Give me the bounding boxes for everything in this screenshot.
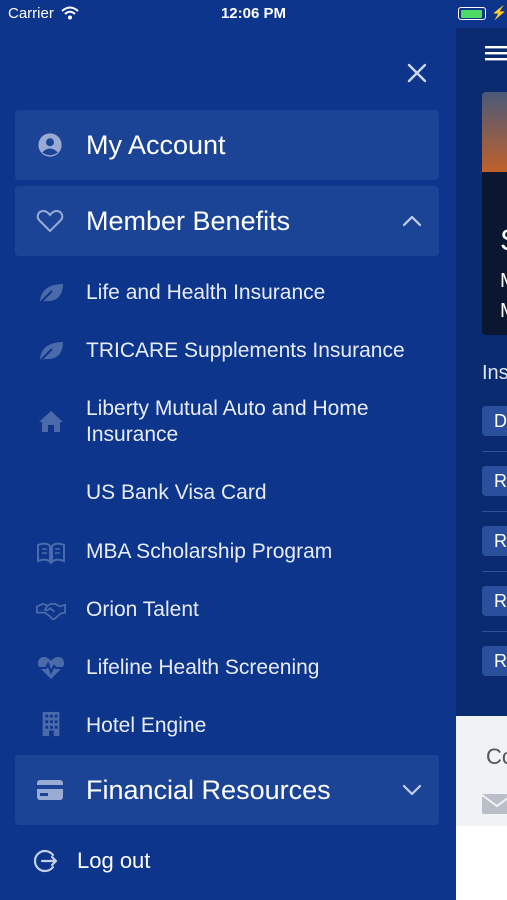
menu-my-account-label: My Account bbox=[86, 130, 226, 160]
list-pill[interactable]: Re bbox=[482, 466, 507, 496]
list-pill[interactable]: D bbox=[482, 406, 507, 436]
status-bar: Carrier 12:06 PM ⚡ bbox=[0, 0, 507, 28]
list-pill[interactable]: Re bbox=[482, 646, 507, 676]
hero-image bbox=[482, 92, 507, 172]
close-icon bbox=[407, 63, 427, 83]
section-title: Ins bbox=[482, 362, 507, 384]
list-pill[interactable]: Re bbox=[482, 526, 507, 556]
menu-financial-resources-label: Financial Resources bbox=[86, 775, 331, 805]
battery-icon bbox=[458, 7, 486, 20]
benefit-liberty-mutual[interactable]: Liberty Mutual Auto and Home Insurance bbox=[0, 394, 456, 450]
chevron-down-icon bbox=[402, 784, 422, 796]
credit-card-icon bbox=[37, 780, 63, 800]
leaf-icon bbox=[39, 284, 63, 304]
benefit-life-health[interactable]: Life and Health Insurance bbox=[0, 278, 456, 308]
divider bbox=[482, 511, 507, 512]
benefit-label: Hotel Engine bbox=[86, 714, 207, 737]
menu-financial-resources[interactable]: Financial Resources bbox=[15, 755, 439, 825]
mail-icon bbox=[482, 794, 507, 814]
benefit-label: US Bank Visa Card bbox=[86, 481, 267, 504]
benefit-hotel-engine[interactable]: Hotel Engine bbox=[0, 711, 456, 741]
side-drawer: My Account Member Benefits Life and Heal… bbox=[0, 0, 456, 900]
divider bbox=[482, 571, 507, 572]
hamburger-menu-icon[interactable] bbox=[485, 44, 507, 62]
hero-title: S bbox=[500, 224, 507, 258]
list-pill[interactable]: Re bbox=[482, 586, 507, 616]
benefit-label: MBA Scholarship Program bbox=[86, 540, 333, 563]
user-circle-icon bbox=[38, 133, 62, 157]
chevron-up-icon bbox=[402, 215, 422, 227]
logout-icon bbox=[33, 849, 58, 873]
heart-icon bbox=[36, 209, 64, 233]
charging-icon: ⚡ bbox=[491, 5, 507, 20]
benefit-label: Orion Talent bbox=[86, 598, 199, 621]
close-button[interactable] bbox=[400, 56, 434, 90]
background-page: S M M Ins D Re Re Re Re Co bbox=[456, 0, 507, 900]
benefit-us-bank-visa[interactable]: US Bank Visa Card bbox=[0, 478, 456, 508]
menu-my-account[interactable]: My Account bbox=[15, 110, 439, 180]
bottom-area bbox=[456, 826, 507, 900]
leaf-icon bbox=[39, 342, 63, 362]
contact-card[interactable]: Co bbox=[456, 716, 507, 826]
clock: 12:06 PM bbox=[220, 5, 287, 22]
benefit-tricare[interactable]: TRICARE Supplements Insurance bbox=[0, 336, 456, 366]
benefit-label: Liberty Mutual Auto and Home Insurance bbox=[86, 397, 369, 446]
battery-level bbox=[460, 9, 483, 18]
book-icon bbox=[37, 542, 65, 565]
menu-member-benefits[interactable]: Member Benefits bbox=[15, 186, 439, 256]
benefit-orion-talent[interactable]: Orion Talent bbox=[0, 595, 456, 625]
benefit-mba-scholarship[interactable]: MBA Scholarship Program bbox=[0, 537, 456, 567]
benefit-label: Lifeline Health Screening bbox=[86, 656, 320, 679]
home-icon bbox=[39, 411, 63, 432]
hero-banner[interactable]: S M M bbox=[482, 92, 507, 335]
hero-line: M bbox=[500, 300, 507, 323]
heartbeat-icon bbox=[37, 657, 65, 679]
contact-card-title: Co bbox=[486, 744, 507, 769]
handshake-icon bbox=[36, 602, 66, 621]
logout-button[interactable]: Log out bbox=[0, 836, 456, 886]
benefit-label: Life and Health Insurance bbox=[86, 281, 326, 304]
benefit-label: TRICARE Supplements Insurance bbox=[86, 339, 405, 362]
logout-label: Log out bbox=[77, 848, 151, 873]
hero-line: M bbox=[500, 270, 507, 293]
menu-member-benefits-label: Member Benefits bbox=[86, 206, 291, 236]
building-icon bbox=[42, 711, 60, 737]
benefit-lifeline-health[interactable]: Lifeline Health Screening bbox=[0, 653, 456, 683]
divider bbox=[482, 631, 507, 632]
divider bbox=[482, 451, 507, 452]
